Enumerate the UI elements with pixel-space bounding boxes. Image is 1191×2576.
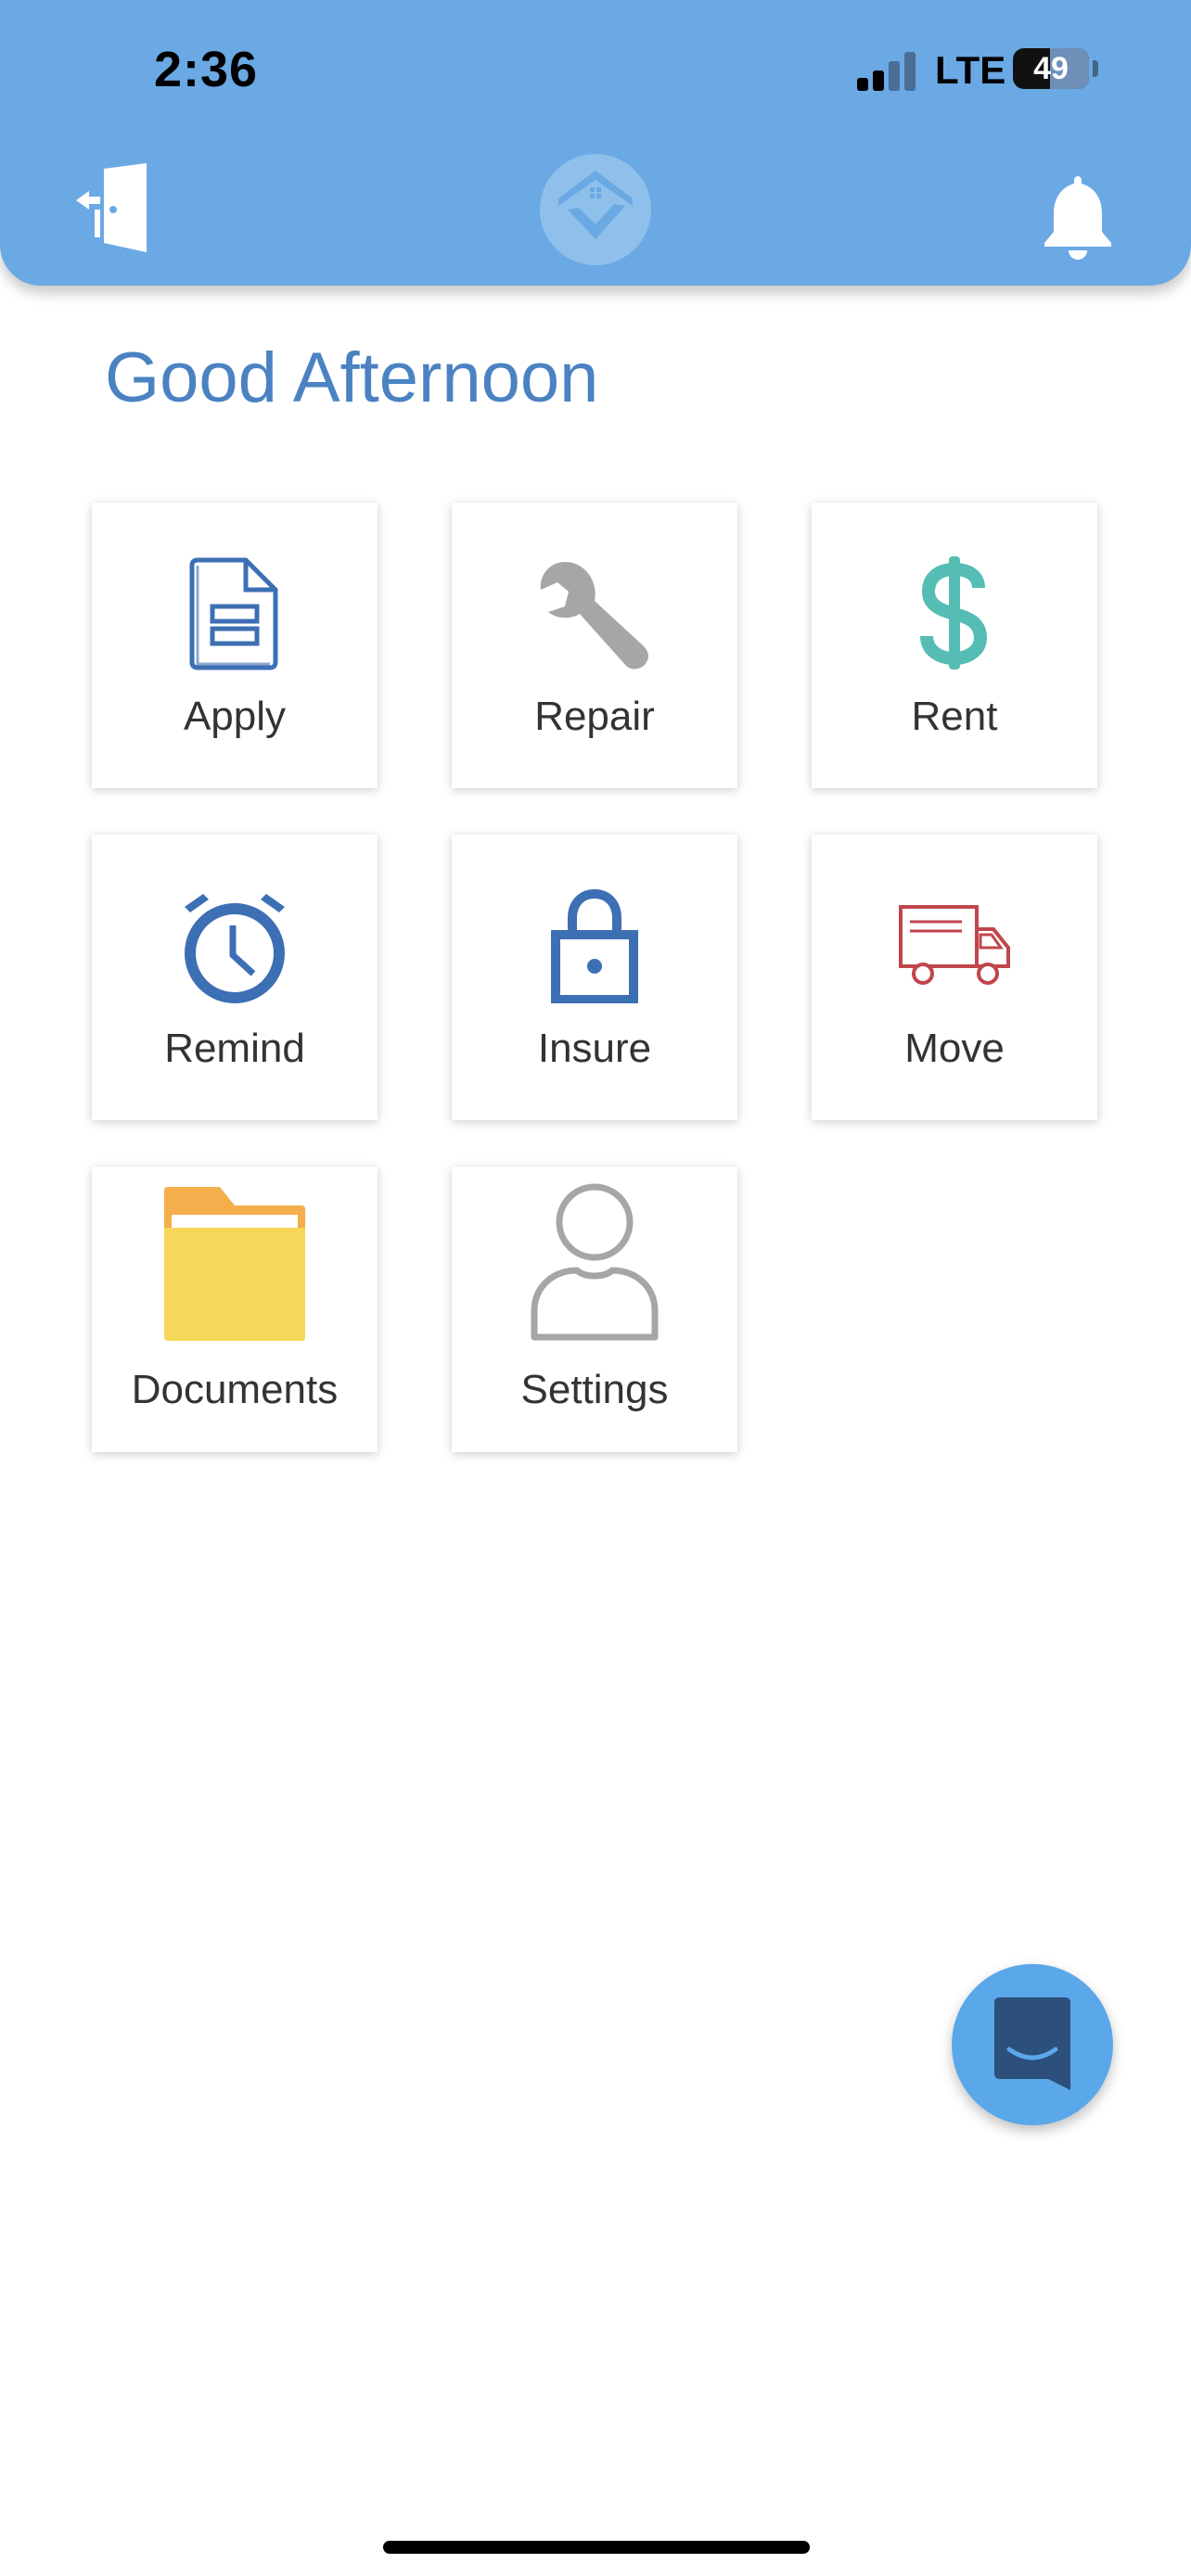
document-icon <box>189 557 278 670</box>
settings-tile[interactable]: Settings <box>452 1167 737 1452</box>
tile-label-settings: Settings <box>520 1367 669 1412</box>
logout-door-icon[interactable] <box>72 163 152 252</box>
tile-label-insure: Insure <box>537 1026 652 1071</box>
remind-tile[interactable]: Remind <box>92 835 378 1120</box>
insure-tile[interactable]: Insure <box>452 835 737 1120</box>
repair-tile[interactable]: Repair <box>452 503 737 788</box>
rent-tile[interactable]: Rent <box>812 503 1097 788</box>
documents-tile[interactable]: Documents <box>92 1167 378 1452</box>
tile-label-move: Move <box>904 1026 1005 1071</box>
home-indicator <box>383 2541 810 2554</box>
alarm-clock-icon <box>185 894 285 1003</box>
tile-label-apply: Apply <box>183 694 287 739</box>
wrench-icon <box>540 562 649 670</box>
user-icon <box>531 1183 659 1341</box>
apply-tile[interactable]: Apply <box>92 503 378 788</box>
lock-icon <box>551 888 638 1003</box>
battery-percent: 49 <box>1033 51 1069 86</box>
network-type: LTE <box>935 48 1006 92</box>
tile-label-documents: Documents <box>131 1367 339 1412</box>
folder-icon <box>164 1187 305 1341</box>
app-header: 2:36 LTE 49 <box>0 0 1191 286</box>
greeting-heading: Good Afternoon <box>105 338 599 417</box>
bell-icon[interactable] <box>1041 171 1115 260</box>
cellular-signal-icon <box>857 52 916 91</box>
tile-label-remind: Remind <box>164 1026 305 1071</box>
chat-button[interactable] <box>952 1964 1113 2125</box>
move-tile[interactable]: Move <box>812 835 1097 1120</box>
dollar-icon <box>920 556 988 670</box>
chat-bubble-icon <box>994 1997 1070 2090</box>
status-time: 2:36 <box>154 42 259 97</box>
tile-label-rent: Rent <box>911 694 998 739</box>
home-logo-icon <box>540 154 651 265</box>
truck-icon <box>899 905 1010 985</box>
battery-tip <box>1093 60 1098 77</box>
tile-label-repair: Repair <box>534 694 655 739</box>
battery-icon: 49 <box>1013 48 1089 89</box>
